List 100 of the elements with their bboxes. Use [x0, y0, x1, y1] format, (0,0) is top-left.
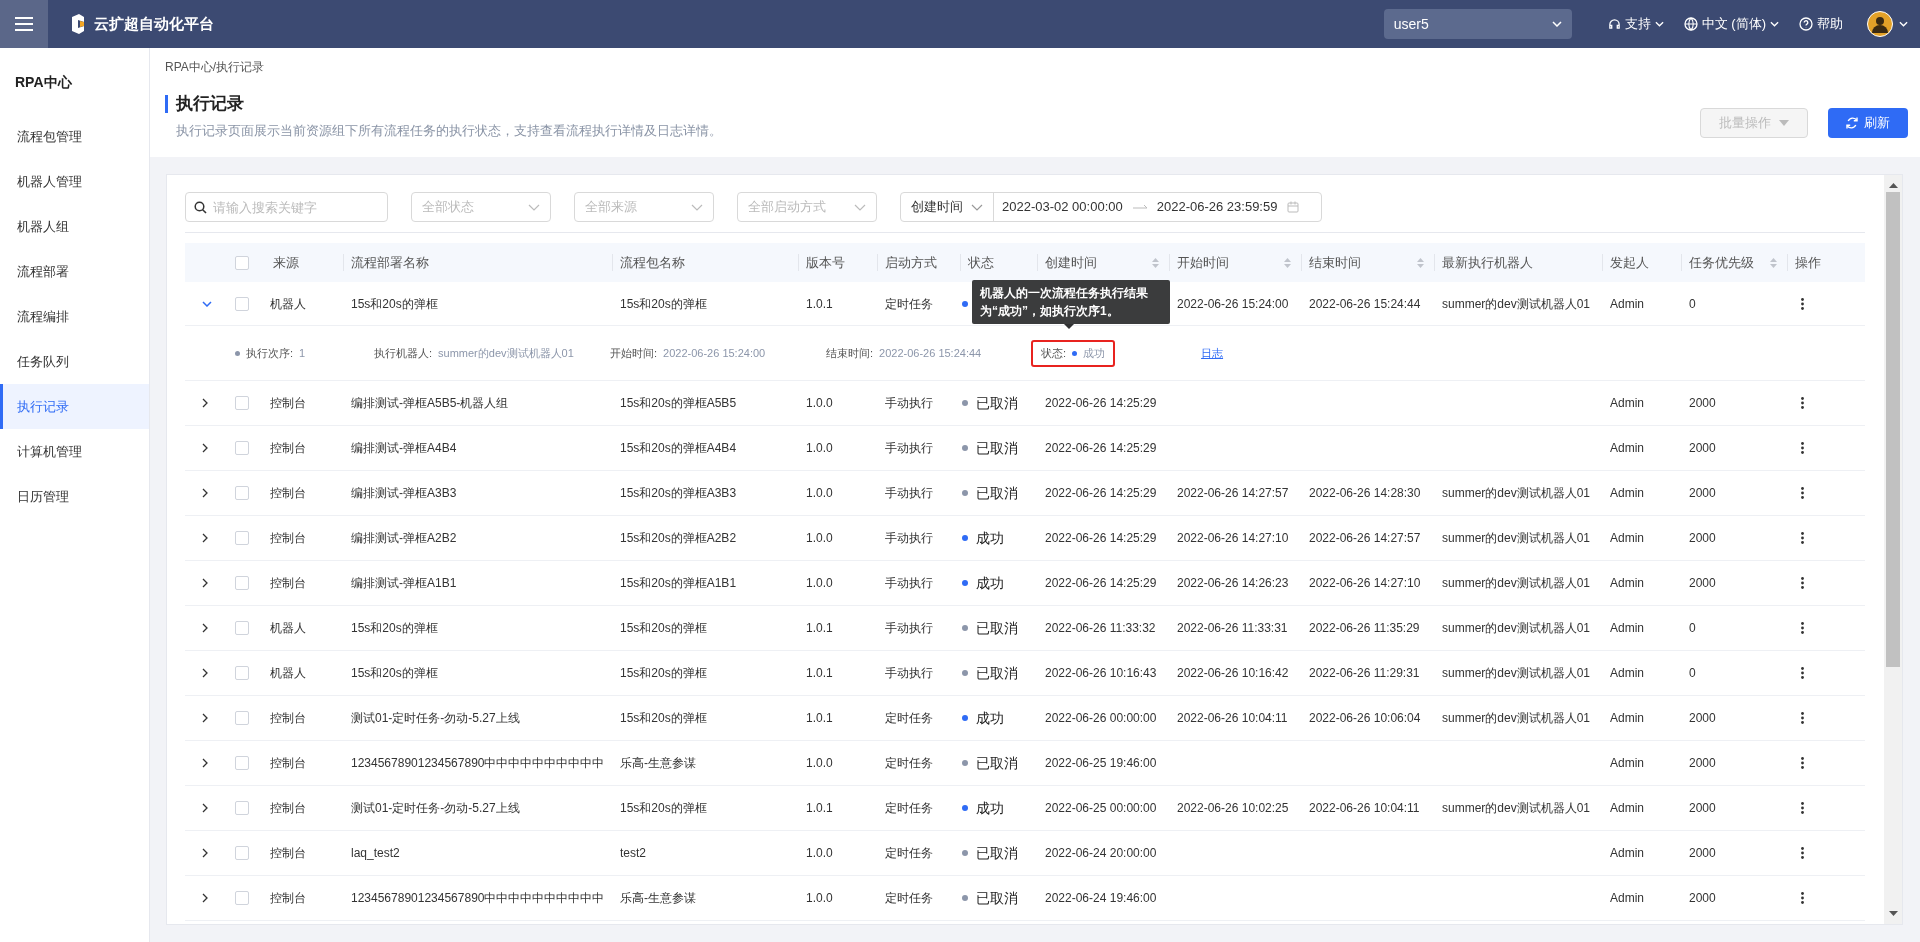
- table-cell-text: 控制台: [270, 530, 306, 547]
- chevron-down-icon: [1551, 21, 1562, 27]
- sidebar-item[interactable]: 执行记录: [0, 384, 149, 429]
- column-header[interactable]: 任务优先级: [1689, 252, 1762, 273]
- chevron-right-icon[interactable]: [202, 803, 209, 813]
- more-icon[interactable]: [1801, 297, 1804, 310]
- chevron-right-icon[interactable]: [202, 443, 209, 453]
- checkbox[interactable]: [235, 666, 249, 680]
- column-header: 流程部署名称: [351, 253, 430, 272]
- table-cell-text: 手动执行: [885, 620, 933, 637]
- sidebar-item[interactable]: 流程编排: [0, 294, 149, 339]
- detail-label: 开始时间:: [610, 345, 658, 361]
- table-cell-text: summer的dev测试机器人01: [1442, 620, 1591, 637]
- column-header: 流程包名称: [620, 253, 686, 272]
- table-cell-text: 乐高-生意参谋: [620, 755, 696, 772]
- sidebar-item[interactable]: 计算机管理: [0, 429, 149, 474]
- checkbox[interactable]: [235, 396, 249, 410]
- table-cell-text: 机器人: [270, 665, 306, 682]
- more-icon[interactable]: [1801, 442, 1804, 454]
- table-cell-text: 2000: [1689, 890, 1716, 907]
- more-icon[interactable]: [1801, 532, 1804, 544]
- more-icon[interactable]: [1801, 712, 1804, 724]
- checkbox[interactable]: [235, 576, 249, 590]
- chevron-right-icon[interactable]: [202, 848, 209, 858]
- checkbox[interactable]: [235, 296, 249, 311]
- logo-icon: [70, 14, 86, 34]
- checkbox[interactable]: [235, 801, 249, 815]
- table-cell-text: Admin: [1610, 575, 1644, 592]
- user-select[interactable]: user5: [1383, 9, 1572, 39]
- table-cell-text: 15s和20s的弹框: [620, 295, 707, 313]
- chevron-right-icon[interactable]: [202, 533, 209, 543]
- table-cell-text: 2022-06-26 14:25:29: [1045, 440, 1157, 457]
- table-cell-text: 定时任务: [885, 710, 933, 727]
- more-icon[interactable]: [1801, 622, 1804, 634]
- refresh-button[interactable]: 刷新: [1828, 108, 1908, 138]
- more-icon[interactable]: [1801, 802, 1804, 814]
- more-icon[interactable]: [1801, 757, 1804, 769]
- table-cell-text: 2022-06-26 14:25:29: [1045, 575, 1157, 592]
- checkbox[interactable]: [235, 711, 249, 725]
- column-header[interactable]: 创建时间: [1045, 252, 1144, 273]
- table-cell-text: 控制台: [270, 440, 306, 457]
- column-header[interactable]: 开始时间: [1177, 252, 1276, 273]
- chevron-right-icon[interactable]: [202, 713, 209, 723]
- chevron-down-icon: [1654, 21, 1664, 27]
- avatar-menu[interactable]: [1867, 11, 1908, 37]
- sidebar-item[interactable]: 流程包管理: [0, 114, 149, 159]
- log-link[interactable]: 日志: [1201, 344, 1224, 362]
- chevron-right-icon[interactable]: [202, 893, 209, 903]
- sidebar-item[interactable]: 任务队列: [0, 339, 149, 384]
- table-cell-text: 1.0.1: [806, 665, 833, 682]
- checkbox[interactable]: [235, 441, 249, 455]
- table-cell-text: 1.0.0: [806, 530, 833, 547]
- help-button[interactable]: 帮助: [1799, 14, 1843, 34]
- language-menu[interactable]: 中文 (简体): [1683, 14, 1779, 34]
- search-field[interactable]: 请输入搜索关键字: [185, 192, 388, 222]
- table-cell-text: 12345678901234567890中中中中中中中中中中: [351, 890, 605, 907]
- chevron-down-icon: [1899, 21, 1908, 27]
- date-field-select[interactable]: 创建时间: [901, 193, 994, 221]
- checkbox[interactable]: [235, 621, 249, 635]
- chevron-down-icon[interactable]: [202, 300, 212, 307]
- scroll-down-icon: [1888, 911, 1898, 916]
- checkbox[interactable]: [235, 531, 249, 545]
- table-cell-text: 控制台: [270, 485, 306, 502]
- table-cell-text: 控制台: [270, 890, 306, 907]
- more-icon[interactable]: [1801, 397, 1804, 409]
- table-cell-text: 2000: [1689, 530, 1716, 547]
- checkbox[interactable]: [235, 891, 249, 905]
- sidebar-item[interactable]: 机器人管理: [0, 159, 149, 204]
- refresh-icon: [1846, 116, 1858, 130]
- sidebar-item[interactable]: 流程部署: [0, 249, 149, 294]
- checkbox[interactable]: [235, 255, 249, 270]
- checkbox[interactable]: [235, 486, 249, 500]
- menu-button[interactable]: [0, 0, 48, 48]
- checkbox[interactable]: [235, 846, 249, 860]
- table-cell-text: 控制台: [270, 755, 306, 772]
- date-range-picker[interactable]: 2022-03-02 00:00:00 2022-06-26 23:59:59: [994, 193, 1321, 221]
- table-cell-text: 15s和20s的弹框: [620, 710, 707, 727]
- support-menu[interactable]: 支持: [1607, 14, 1664, 34]
- more-icon[interactable]: [1801, 847, 1804, 859]
- chevron-right-icon[interactable]: [202, 668, 209, 678]
- table-cell-text: 2022-06-26 14:25:29: [1045, 395, 1157, 412]
- chevron-right-icon[interactable]: [202, 758, 209, 768]
- chevron-right-icon[interactable]: [202, 623, 209, 633]
- more-icon[interactable]: [1801, 667, 1804, 679]
- table-cell-text: 2022-06-26 10:06:04: [1309, 710, 1421, 727]
- table-cell-text: 控制台: [270, 800, 306, 817]
- chevron-right-icon[interactable]: [202, 398, 209, 408]
- chevron-right-icon[interactable]: [202, 578, 209, 588]
- column-header[interactable]: 结束时间: [1309, 252, 1409, 273]
- column-header: 来源: [273, 253, 300, 272]
- more-icon[interactable]: [1801, 487, 1804, 499]
- table-cell-text: 1.0.0: [806, 575, 833, 592]
- table-cell-text: 15s和20s的弹框: [620, 620, 707, 637]
- table-cell-text: Admin: [1610, 530, 1644, 547]
- checkbox[interactable]: [235, 756, 249, 770]
- sidebar-item[interactable]: 日历管理: [0, 474, 149, 519]
- more-icon[interactable]: [1801, 892, 1804, 904]
- sidebar-item[interactable]: 机器人组: [0, 204, 149, 249]
- more-icon[interactable]: [1801, 577, 1804, 589]
- chevron-right-icon[interactable]: [202, 488, 209, 498]
